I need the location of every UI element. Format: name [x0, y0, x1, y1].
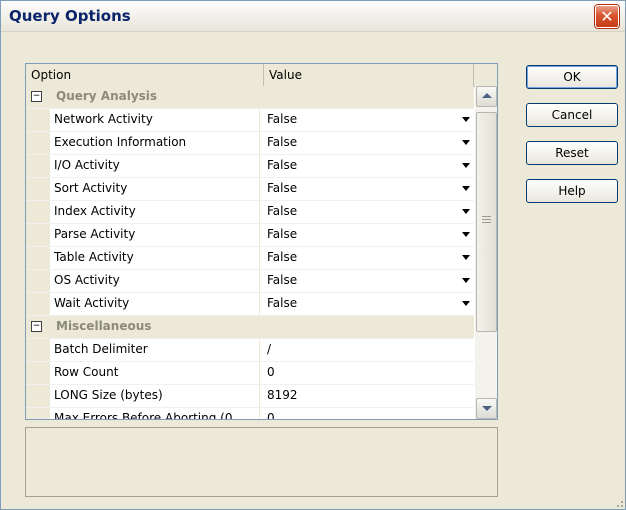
property-name: Execution Information — [54, 135, 187, 149]
scroll-down-arrow-icon[interactable] — [476, 398, 497, 419]
category-query-analysis: − Query Analysis — [26, 86, 474, 109]
property-name: Index Activity — [54, 204, 136, 218]
property-row-parse-activity[interactable]: Parse Activity False — [26, 224, 474, 247]
property-row-network-activity[interactable]: Network Activity False — [26, 109, 474, 132]
property-value-cell[interactable]: False — [259, 247, 474, 269]
property-value-cell[interactable]: 0 — [259, 362, 474, 384]
close-icon[interactable]: ✕ — [595, 5, 619, 28]
column-header-value[interactable]: Value — [264, 64, 474, 86]
reset-button[interactable]: Reset — [526, 141, 618, 165]
property-row-sort-activity[interactable]: Sort Activity False — [26, 178, 474, 201]
property-value: False — [267, 112, 298, 126]
property-row-table-activity[interactable]: Table Activity False — [26, 247, 474, 270]
property-value-cell[interactable]: False — [259, 109, 474, 131]
property-value-cell[interactable]: 0 — [259, 408, 474, 420]
window-title: Query Options — [9, 7, 131, 25]
grid-rows: − Query Analysis Network Activity False … — [26, 86, 474, 420]
property-value: False — [267, 158, 298, 172]
property-value: / — [267, 342, 272, 356]
query-options-dialog: Query Options ✕ Option Value − Query Ana… — [0, 0, 626, 510]
property-value: False — [267, 227, 298, 241]
property-name: Table Activity — [54, 250, 134, 264]
property-value-cell[interactable]: / — [259, 339, 474, 361]
property-value: 0 — [267, 411, 275, 420]
property-row-batch-delimiter[interactable]: Batch Delimiter / — [26, 339, 474, 362]
description-panel — [25, 427, 498, 497]
property-value: False — [267, 250, 298, 264]
chevron-down-icon[interactable] — [462, 140, 470, 145]
property-name: OS Activity — [54, 273, 120, 287]
chevron-down-icon[interactable] — [462, 117, 470, 122]
property-name: Max Errors Before Aborting (0 ... — [54, 411, 248, 420]
property-value: False — [267, 273, 298, 287]
category-label: Query Analysis — [56, 89, 158, 103]
property-row-max-errors[interactable]: Max Errors Before Aborting (0 ... 0 — [26, 408, 474, 420]
property-value-cell[interactable]: False — [259, 224, 474, 246]
chevron-down-icon[interactable] — [462, 301, 470, 306]
help-button[interactable]: Help — [526, 179, 618, 203]
title-bar[interactable]: Query Options ✕ — [1, 1, 625, 32]
chevron-down-icon[interactable] — [462, 255, 470, 260]
property-row-io-activity[interactable]: I/O Activity False — [26, 155, 474, 178]
property-row-long-size[interactable]: LONG Size (bytes) 8192 — [26, 385, 474, 408]
property-value: False — [267, 296, 298, 310]
chevron-down-icon[interactable] — [462, 163, 470, 168]
property-value-cell[interactable]: 8192 — [259, 385, 474, 407]
grid-header: Option Value — [26, 64, 497, 87]
chevron-down-icon[interactable] — [462, 186, 470, 191]
property-row-index-activity[interactable]: Index Activity False — [26, 201, 474, 224]
property-name: Batch Delimiter — [54, 342, 148, 356]
collapse-toggle-icon[interactable]: − — [31, 91, 42, 102]
property-row-row-count[interactable]: Row Count 0 — [26, 362, 474, 385]
property-name: Row Count — [54, 365, 119, 379]
property-name: Network Activity — [54, 112, 153, 126]
property-name: I/O Activity — [54, 158, 120, 172]
cancel-button[interactable]: Cancel — [526, 103, 618, 127]
property-value: False — [267, 204, 298, 218]
property-value: False — [267, 135, 298, 149]
category-miscellaneous: − Miscellaneous — [26, 316, 474, 339]
property-value: False — [267, 181, 298, 195]
property-value-cell[interactable]: False — [259, 132, 474, 154]
property-row-os-activity[interactable]: OS Activity False — [26, 270, 474, 293]
chevron-down-icon[interactable] — [462, 278, 470, 283]
collapse-toggle-icon[interactable]: − — [31, 321, 42, 332]
property-value: 8192 — [267, 388, 298, 402]
resize-grip-icon[interactable] — [611, 495, 623, 507]
column-header-option[interactable]: Option — [26, 64, 264, 86]
chevron-down-icon[interactable] — [462, 232, 470, 237]
property-name: Wait Activity — [54, 296, 130, 310]
vertical-scrollbar[interactable] — [475, 86, 497, 419]
property-name: Sort Activity — [54, 181, 128, 195]
category-label: Miscellaneous — [56, 319, 152, 333]
property-value-cell[interactable]: False — [259, 270, 474, 292]
scroll-up-arrow-icon[interactable] — [476, 86, 497, 107]
property-row-execution-information[interactable]: Execution Information False — [26, 132, 474, 155]
property-value-cell[interactable]: False — [259, 293, 474, 315]
property-value-cell[interactable]: False — [259, 201, 474, 223]
property-value-cell[interactable]: False — [259, 155, 474, 177]
property-name: Parse Activity — [54, 227, 136, 241]
property-value-cell[interactable]: False — [259, 178, 474, 200]
property-name: LONG Size (bytes) — [54, 388, 163, 402]
scrollbar-thumb[interactable] — [476, 112, 497, 332]
ok-button[interactable]: OK — [526, 65, 618, 89]
property-row-wait-activity[interactable]: Wait Activity False — [26, 293, 474, 316]
property-value: 0 — [267, 365, 275, 379]
property-grid: Option Value − Query Analysis Network Ac… — [25, 63, 498, 420]
chevron-down-icon[interactable] — [462, 209, 470, 214]
